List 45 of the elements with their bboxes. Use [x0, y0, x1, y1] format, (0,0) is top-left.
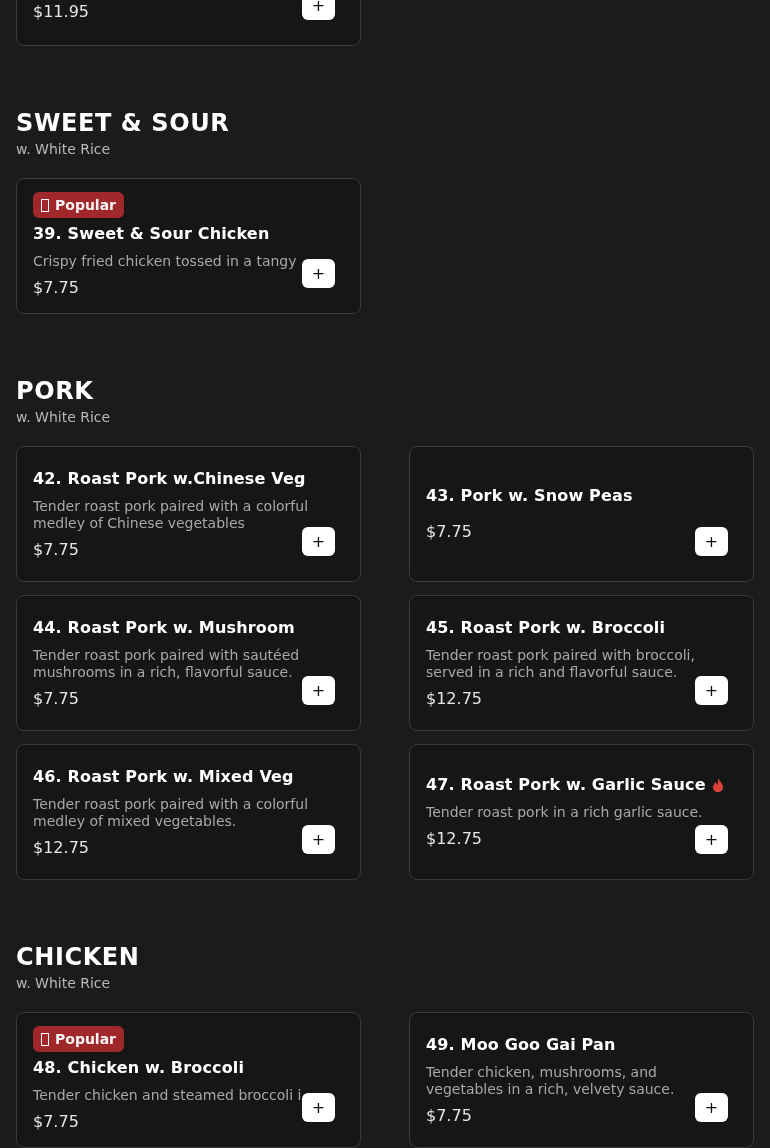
add-button[interactable]: + — [302, 676, 335, 705]
item-name: 45. Roast Pork w. Broccoli — [426, 616, 666, 639]
section-title: CHICKEN — [16, 942, 141, 972]
add-button[interactable]: + — [302, 825, 335, 854]
section-title: SWEET & SOUR — [16, 108, 231, 138]
item-name: 44. Roast Pork w. Mushroom — [33, 616, 295, 639]
section-subtitle: w. White Rice — [16, 974, 112, 993]
item-price: $7.75 — [426, 1104, 472, 1127]
item-price: $7.75 — [33, 538, 79, 561]
item-price: $12.75 — [33, 836, 89, 859]
badge-label: Popular — [55, 1030, 117, 1049]
add-button[interactable]: + — [695, 1093, 728, 1122]
box-icon — [41, 1032, 49, 1046]
item-description: Tender roast pork paired with broccoli, served in a rich and flavorful sauce. — [426, 646, 696, 681]
item-price: $12.75 — [426, 687, 482, 710]
item-description: Tender chicken and steamed broccoli i — [33, 1087, 303, 1104]
item-name: 48. Chicken w. Broccoli — [33, 1057, 245, 1079]
item-price: $7.75 — [33, 277, 79, 299]
badge-label: Popular — [55, 196, 117, 215]
add-button[interactable]: + — [695, 676, 728, 705]
item-name: 46. Roast Pork w. Mixed Veg — [33, 765, 294, 788]
add-button[interactable]: + — [695, 527, 728, 556]
section-subtitle: w. White Rice — [16, 140, 112, 159]
item-price: $11.95 — [33, 1, 89, 23]
section-title: PORK — [16, 376, 95, 406]
add-button[interactable]: + — [302, 0, 335, 20]
item-price: $12.75 — [426, 828, 482, 850]
add-button[interactable]: + — [695, 825, 728, 854]
item-description: Tender roast pork in a rich garlic sauce. — [426, 804, 704, 821]
item-description: Tender roast pork paired with sautéed mushrooms in a rich, flavorful sauce. — [33, 646, 301, 681]
item-description: Tender chicken, mushrooms, and vegetables in a rich, velvety sauce. — [426, 1063, 676, 1098]
item-name: 39. Sweet & Sour Chicken — [33, 223, 270, 245]
box-icon — [41, 198, 49, 212]
add-button[interactable]: + — [302, 259, 335, 288]
add-button[interactable]: + — [302, 1093, 335, 1122]
item-name: 49. Moo Goo Gai Pan — [426, 1033, 616, 1056]
item-price: $7.75 — [33, 1111, 79, 1133]
item-name: 43. Pork w. Snow Peas — [426, 485, 633, 507]
section-subtitle: w. White Rice — [16, 408, 112, 427]
item-name: 47. Roast Pork w. Garlic Sauce — [426, 774, 706, 796]
item-price: $7.75 — [426, 521, 472, 543]
add-button[interactable]: + — [302, 527, 335, 556]
item-price: $7.75 — [33, 687, 79, 710]
item-description: Crispy fried chicken tossed in a tangy — [33, 253, 298, 270]
item-name: 42. Roast Pork w.Chinese Veg — [33, 467, 306, 490]
